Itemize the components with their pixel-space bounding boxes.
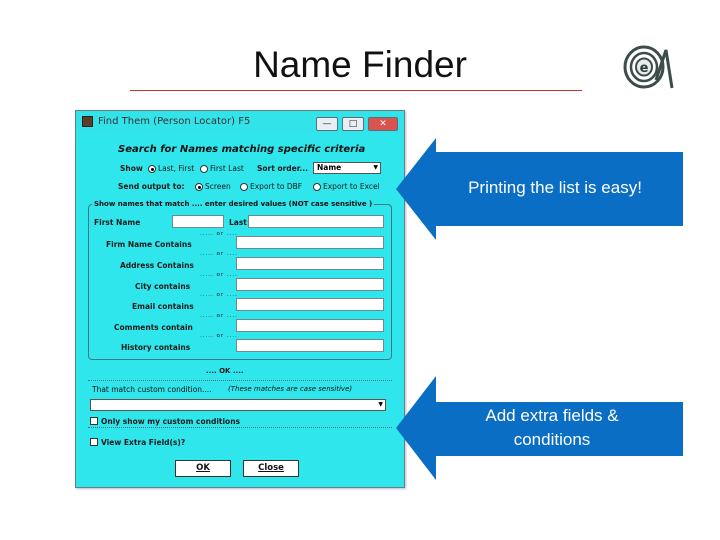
dialog-titlebar[interactable]: Find Them (Person Locator) F5 — □ ✕ <box>76 111 404 133</box>
or-separator: ..... or .... <box>200 251 238 257</box>
comments-label: Comments contain <box>114 323 193 332</box>
email-input[interactable] <box>236 298 384 311</box>
view-extra-checkbox[interactable] <box>90 438 98 446</box>
slide-title: Name Finder <box>253 44 467 85</box>
custom-group-top-border <box>88 380 392 381</box>
callout-text-2: Add extra fields & conditions <box>485 406 619 449</box>
last-name-input[interactable] <box>248 215 384 228</box>
svg-text:e: e <box>640 61 649 76</box>
sort-order-value: Name <box>317 163 342 172</box>
close-window-button[interactable]: ✕ <box>368 117 398 131</box>
address-input[interactable] <box>236 257 384 270</box>
maximize-button[interactable]: □ <box>342 117 364 131</box>
show-label: Show <box>120 164 143 173</box>
city-input[interactable] <box>236 278 384 291</box>
show-first-last-label: First Last <box>210 164 244 173</box>
last-name-label: Last <box>229 218 247 227</box>
close-button[interactable]: Close <box>243 460 299 477</box>
show-last-first-radio[interactable] <box>148 165 156 173</box>
find-them-dialog: Find Them (Person Locator) F5 — □ ✕ Sear… <box>75 110 405 488</box>
custom-condition-select[interactable]: ▼ <box>90 399 386 411</box>
or-separator: ..... or .... <box>200 313 238 319</box>
history-input[interactable] <box>236 339 384 352</box>
output-dbf-radio[interactable] <box>240 183 248 191</box>
firm-name-input[interactable] <box>236 236 384 249</box>
ok-button[interactable]: OK <box>175 460 231 477</box>
address-label: Address Contains <box>120 261 194 270</box>
search-heading: Search for Names matching specific crite… <box>118 144 366 155</box>
e-logo-icon: e <box>623 45 674 89</box>
first-name-label: First Name <box>94 218 141 227</box>
history-label: History contains <box>121 343 191 352</box>
email-label: Email contains <box>132 302 194 311</box>
sort-order-label: Sort order... <box>257 164 308 173</box>
output-excel-radio[interactable] <box>313 183 321 191</box>
show-last-first-label: Last, First <box>158 164 195 173</box>
or-separator: ..... or .... <box>200 333 238 339</box>
chevron-down-icon: ▼ <box>378 401 383 408</box>
or-separator: ..... or .... <box>200 292 238 298</box>
case-sensitive-note: (These matches are case sensitive) <box>226 385 355 393</box>
chevron-down-icon: ▼ <box>373 164 378 171</box>
output-screen-radio[interactable] <box>195 183 203 191</box>
callout-text-1: Printing the list is easy! <box>468 178 642 197</box>
app-icon <box>82 116 93 127</box>
output-dbf-label: Export to DBF <box>250 182 303 191</box>
firm-name-label: Firm Name Contains <box>106 240 192 249</box>
minimize-button[interactable]: — <box>316 117 338 131</box>
send-output-label: Send output to: <box>118 182 185 191</box>
custom-condition-caption: That match custom condition.... <box>90 385 214 394</box>
output-excel-label: Export to Excel <box>323 182 380 191</box>
or-separator: ..... or .... <box>200 231 238 237</box>
sort-order-select[interactable]: Name ▼ <box>313 162 381 174</box>
comments-input[interactable] <box>236 319 384 332</box>
custom-group-bottom-border <box>88 427 392 428</box>
only-custom-checkbox[interactable] <box>90 417 98 425</box>
first-name-input[interactable] <box>172 215 224 228</box>
only-custom-label: Only show my custom conditions <box>101 417 240 426</box>
ok-separator: .... OK .... <box>206 367 244 375</box>
name-match-caption: Show names that match .... enter desired… <box>92 200 375 208</box>
or-separator: ..... or .... <box>200 272 238 278</box>
title-underline <box>130 90 582 91</box>
city-label: City contains <box>135 282 191 291</box>
dialog-title: Find Them (Person Locator) F5 <box>98 116 251 127</box>
show-first-last-radio[interactable] <box>200 165 208 173</box>
output-screen-label: Screen <box>205 182 231 191</box>
view-extra-label: View Extra Field(s)? <box>101 438 186 447</box>
